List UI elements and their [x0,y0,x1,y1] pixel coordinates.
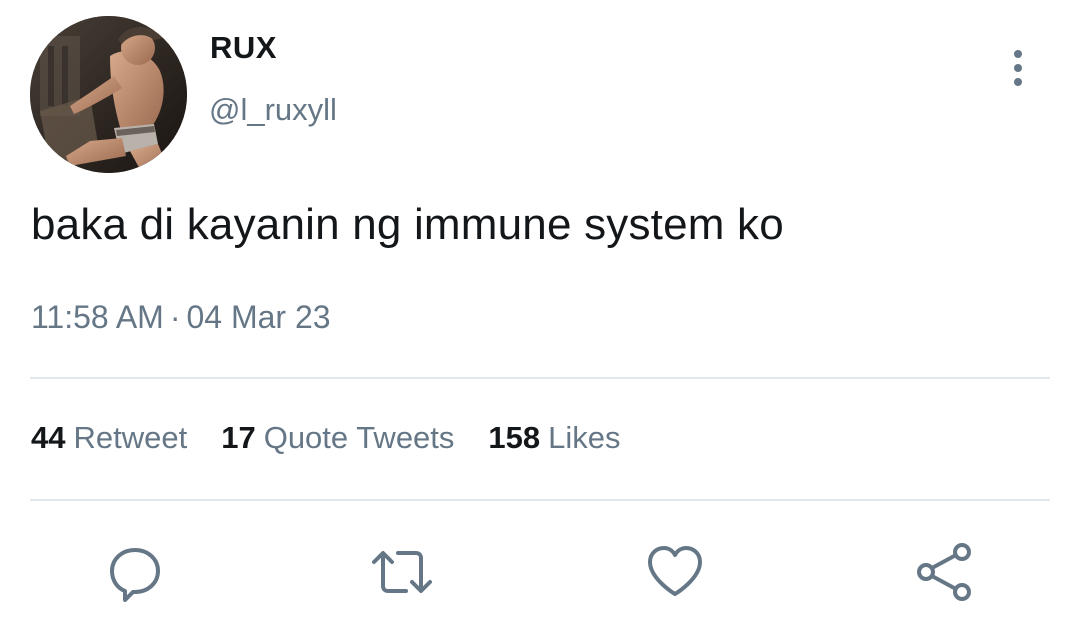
like-label: Likes [548,420,621,455]
more-options-button[interactable] [998,44,1038,92]
reply-button[interactable] [103,540,167,604]
tweet-card: RUX @l_ruxyll baka di kayanin ng immune … [0,0,1080,640]
share-button[interactable] [912,540,976,604]
tweet-time: 11:58 AM [31,299,164,335]
timestamp-separator: · [169,299,181,335]
like-count-link[interactable]: 158 Likes [488,420,620,455]
reply-icon [110,548,160,602]
quote-label: Quote Tweets [263,420,455,455]
tweet-timestamp[interactable]: 11:58 AM · 04 Mar 23 [31,299,331,336]
user-handle[interactable]: @l_ruxyll [209,92,337,128]
divider [30,499,1050,501]
retweet-icon [372,551,432,593]
quote-count-link[interactable]: 17 Quote Tweets [221,420,454,455]
more-options-icon [1014,50,1022,58]
display-name[interactable]: RUX [210,30,277,66]
share-icon [917,543,971,601]
tweet-date: 04 Mar 23 [186,299,331,335]
tweet-text: baka di kayanin ng immune system ko [31,200,784,249]
heart-icon [648,546,702,596]
avatar-photo [30,16,187,173]
retweet-count-link[interactable]: 44 Retweet [31,420,187,455]
engagement-stats: 44 Retweet 17 Quote Tweets 158 Likes [31,420,655,456]
retweet-label: Retweet [73,420,188,455]
like-count: 158 [488,420,541,455]
avatar[interactable] [30,16,187,173]
retweet-button[interactable] [370,540,434,604]
like-button[interactable] [643,540,707,604]
quote-count: 17 [221,420,256,455]
divider [30,377,1050,379]
retweet-count: 44 [31,420,66,455]
